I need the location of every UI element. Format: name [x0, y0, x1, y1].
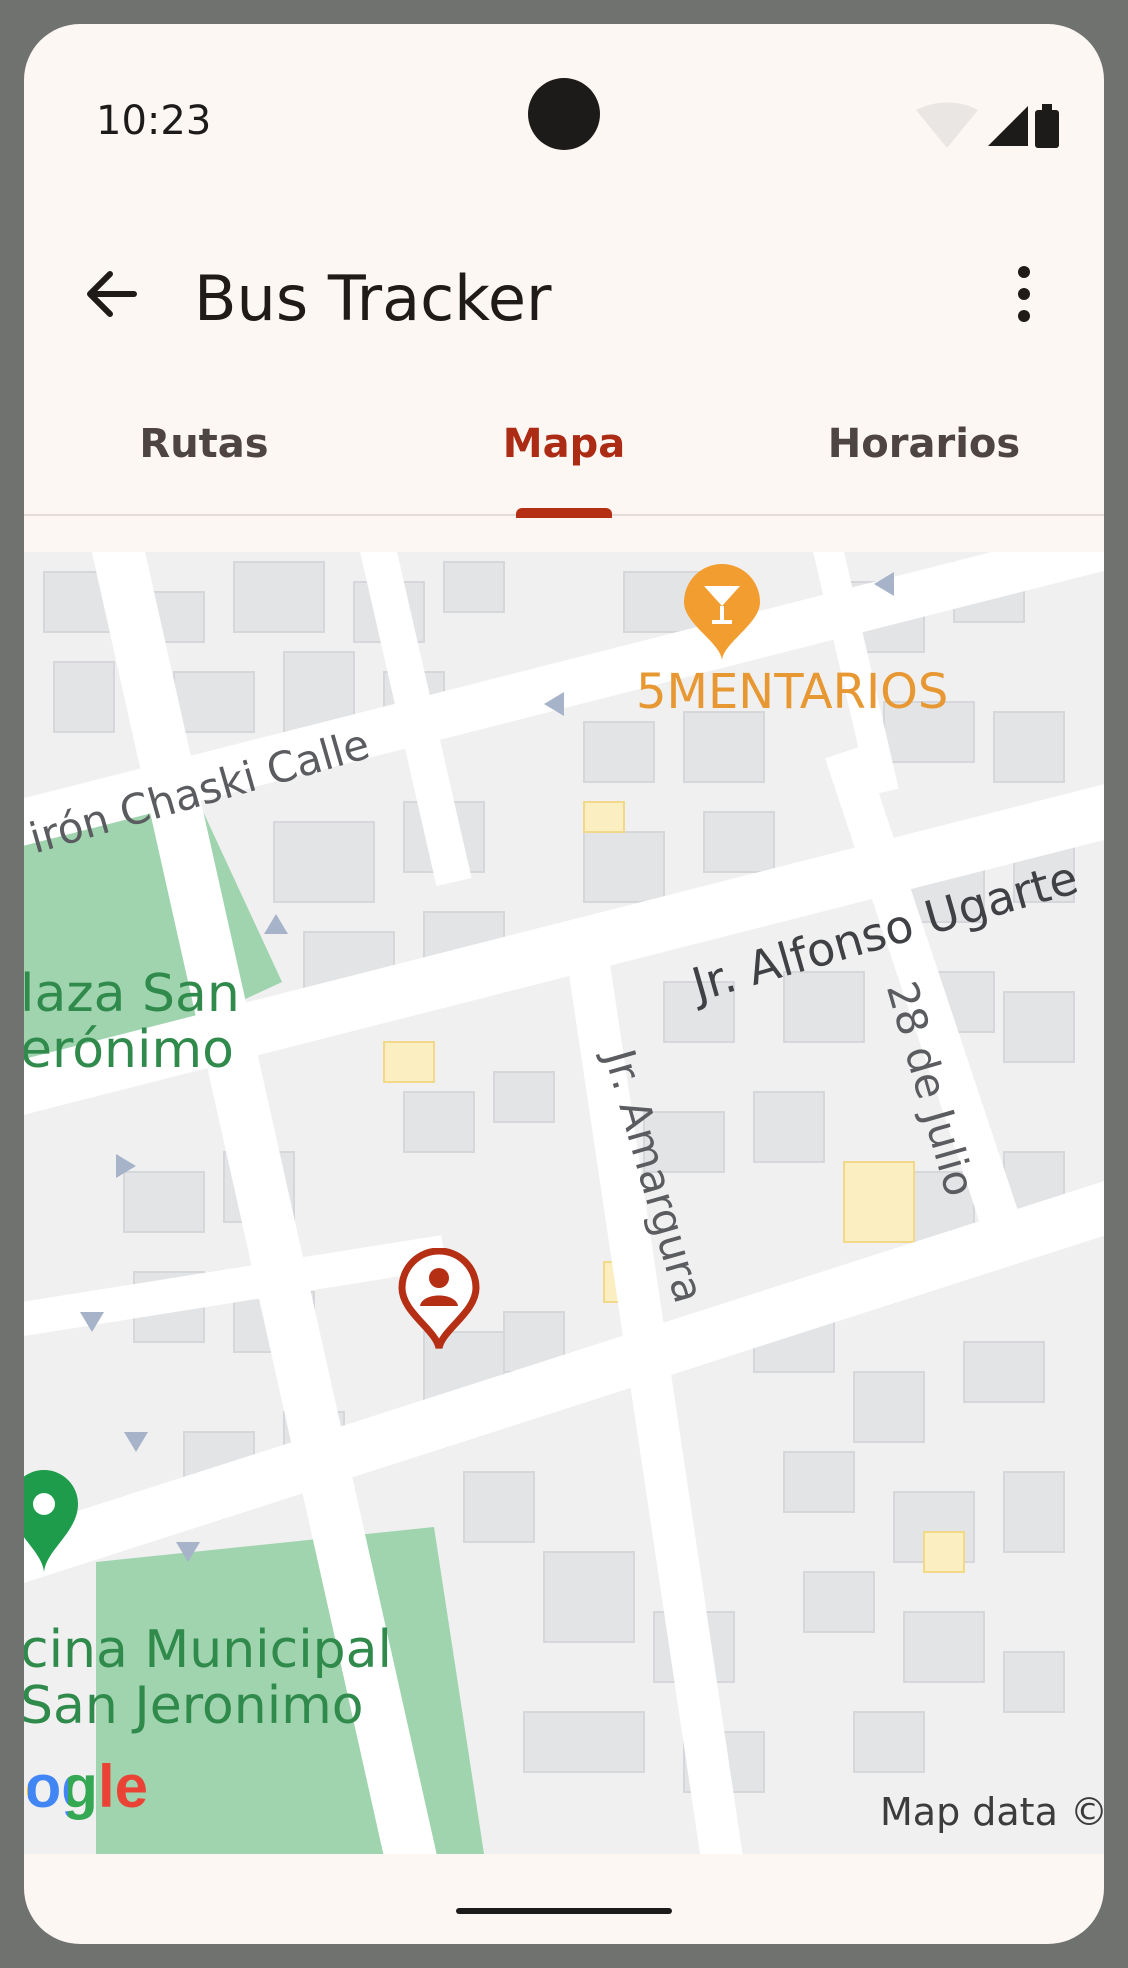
more-vert-icon[interactable]: [984, 254, 1064, 334]
signal-icon: [988, 106, 1028, 146]
map-view[interactable]: irón Chaski Calle Jr. Alfonso Ugarte Jr.…: [24, 552, 1104, 1854]
google-logo: oogle: [24, 1752, 148, 1821]
poi-label[interactable]: 5MENTARIOS: [636, 664, 948, 720]
place-marker-icon[interactable]: [24, 1466, 80, 1576]
phone-screen: 10:23 Bus Tracker Rutas Mapa Horarios ir…: [24, 24, 1104, 1944]
home-indicator[interactable]: [456, 1908, 672, 1914]
top-app-bar: Bus Tracker: [24, 224, 1104, 364]
front-camera: [528, 78, 600, 150]
map-attribution[interactable]: Map data ©2: [880, 1790, 1104, 1834]
arrow-back-icon[interactable]: [72, 254, 152, 334]
park-label-municipal: cina Municipal San Jeronimo: [24, 1622, 392, 1734]
battery-icon: [1035, 104, 1059, 148]
park-label-plaza-line1: laza San: [24, 964, 240, 1024]
tab-horarios[interactable]: Horarios: [744, 394, 1104, 514]
cocktail-icon[interactable]: [680, 562, 764, 662]
wifi-icon: [916, 102, 978, 148]
park-label-municipal-line1: cina Municipal: [24, 1620, 392, 1680]
status-bar: 10:23: [24, 24, 1104, 164]
person-pin-icon[interactable]: [396, 1248, 482, 1352]
park-label-plaza: laza San erónimo: [24, 966, 240, 1078]
tab-active-indicator: [516, 508, 612, 518]
tab-mapa[interactable]: Mapa: [384, 394, 744, 514]
tab-bar: Rutas Mapa Horarios: [24, 394, 1104, 516]
status-icons: [916, 102, 1059, 148]
status-time: 10:23: [96, 98, 212, 144]
tab-rutas[interactable]: Rutas: [24, 394, 384, 514]
park-label-plaza-line2: erónimo: [24, 1020, 234, 1080]
google-logo-text: oogle: [24, 1753, 148, 1820]
app-title: Bus Tracker: [194, 262, 552, 335]
park-label-municipal-line2: San Jeronimo: [24, 1676, 364, 1736]
